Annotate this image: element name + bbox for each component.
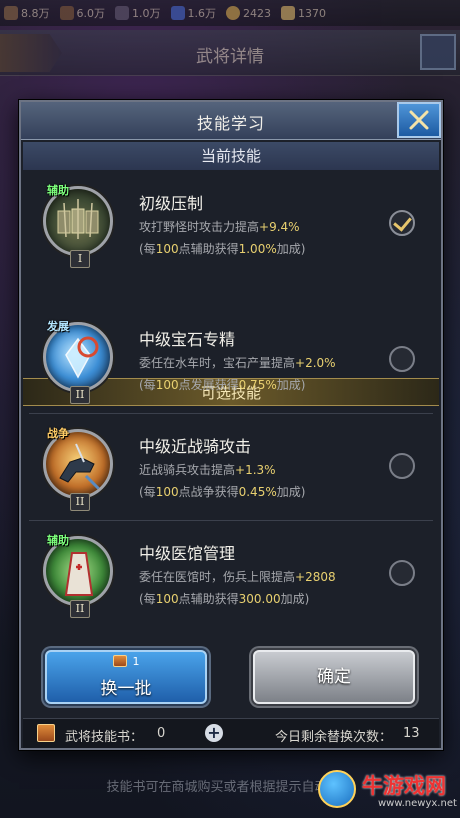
- select-skill-radio[interactable]: [389, 560, 415, 586]
- military-icon: [4, 6, 18, 20]
- skill-name: 中级近战骑攻击: [139, 437, 252, 456]
- watermark: 牛游戏网 www.newyx.net: [318, 770, 458, 814]
- remaining-swaps-label: 今日剩余替换次数：: [275, 730, 393, 745]
- resource-ingot: 1370: [281, 6, 326, 20]
- current-skill-row: 辅助 I 初级压制 攻打野怪时攻击力提高+9.4% (每100点辅助获得1.00…: [29, 172, 433, 278]
- skill-level-badge: I: [70, 250, 90, 268]
- watermark-logo-icon: [318, 770, 356, 808]
- dialog-footer: 武将技能书： 0 + 今日剩余替换次数： 13: [23, 718, 439, 748]
- skill-book-label: 武将技能书：: [65, 730, 144, 745]
- skill-level-badge: II: [70, 493, 90, 511]
- swap-batch-button[interactable]: 1 换一批: [45, 650, 207, 704]
- close-icon: [409, 110, 429, 130]
- skill-level-badge: II: [70, 386, 90, 404]
- skill-bonus: (每100点发展获得0.75%加成): [139, 378, 306, 392]
- skill-book-icon: [37, 724, 55, 742]
- close-button[interactable]: [397, 102, 441, 138]
- current-skill-check[interactable]: [389, 210, 415, 236]
- skill-bonus: (每100点辅助获得300.00加成): [139, 592, 310, 606]
- cavalry-icon: [59, 443, 102, 492]
- shield-wall-icon: [57, 199, 99, 239]
- swap-cost: 1: [47, 655, 205, 668]
- develop-tag-icon: 发展: [47, 320, 69, 333]
- swap-batch-label: 换一批: [100, 679, 152, 699]
- watermark-url: www.newyx.net: [378, 798, 457, 809]
- skill-description: 攻打野怪时攻击力提高+9.4%: [139, 220, 300, 234]
- skill-description: 委任在水车时，宝石产量提高+2.0%: [139, 356, 336, 370]
- dialog-title: 技能学习: [196, 114, 265, 133]
- assist-tag-icon: 辅助: [47, 184, 69, 197]
- skill-name: 初级压制: [139, 194, 204, 213]
- resource-gem: 1.6万: [170, 5, 216, 21]
- war-tag-icon: 战争: [47, 427, 69, 440]
- skill-book-count: 0: [157, 726, 166, 741]
- background-close-icon: [420, 34, 456, 70]
- resource-military: 8.8万: [4, 5, 50, 21]
- skill-description: 近战骑兵攻击提高+1.3%: [139, 463, 276, 477]
- resource-coin: 2423: [226, 6, 271, 20]
- healer-icon: [64, 552, 94, 596]
- skill-bonus: (每100点战争获得0.45%加成): [139, 485, 306, 499]
- confirm-button[interactable]: 确定: [253, 650, 415, 704]
- current-skill-header: 当前技能: [23, 142, 439, 170]
- gem-icon: [65, 336, 99, 379]
- option-skill-row[interactable]: 辅助 II 中级医馆管理 委任在医馆时，伤兵上限提高+2808 (每100点辅助…: [29, 522, 433, 628]
- ingot-icon: [281, 6, 295, 20]
- gem-icon: [170, 6, 185, 20]
- resource-bar: 8.8万 6.0万 1.0万 1.6万 2423 1370: [0, 0, 460, 26]
- skill-bonus: (每100点辅助获得1.00%加成): [139, 242, 306, 256]
- skill-name: 中级宝石专精: [139, 330, 236, 349]
- skill-learn-dialog: 技能学习 当前技能 辅助 I 初级压制 攻打野怪时攻击力提高+9.4% (每10…: [19, 100, 443, 750]
- background-title-bar: 武将详情: [0, 30, 460, 76]
- skill-name: 中级医馆管理: [139, 544, 236, 563]
- assist-tag-icon: 辅助: [47, 534, 69, 547]
- iron-icon: [115, 6, 129, 20]
- dialog-header: 技能学习: [21, 102, 441, 140]
- skill-book-icon: [112, 655, 127, 667]
- watermark-text: 牛游戏网: [362, 774, 446, 798]
- remaining-swaps-count: 13: [403, 726, 420, 741]
- resource-iron: 1.0万: [115, 5, 161, 21]
- resource-wood: 6.0万: [59, 5, 105, 21]
- select-skill-radio[interactable]: [389, 453, 415, 479]
- background-page-title: 武将详情: [196, 47, 264, 67]
- option-skill-row[interactable]: 战争 II 中级近战骑攻击 近战骑兵攻击提高+1.3% (每100点战争获得0.…: [29, 415, 433, 521]
- skill-description: 委任在医馆时，伤兵上限提高+2808: [139, 570, 336, 584]
- coin-icon: [226, 6, 240, 20]
- add-book-button[interactable]: +: [205, 724, 223, 742]
- skill-level-badge: II: [70, 600, 90, 618]
- select-skill-radio[interactable]: [389, 346, 415, 372]
- wood-icon: [59, 6, 74, 20]
- option-skill-row[interactable]: 发展 II 中级宝石专精 委任在水车时，宝石产量提高+2.0% (每100点发展…: [29, 308, 433, 414]
